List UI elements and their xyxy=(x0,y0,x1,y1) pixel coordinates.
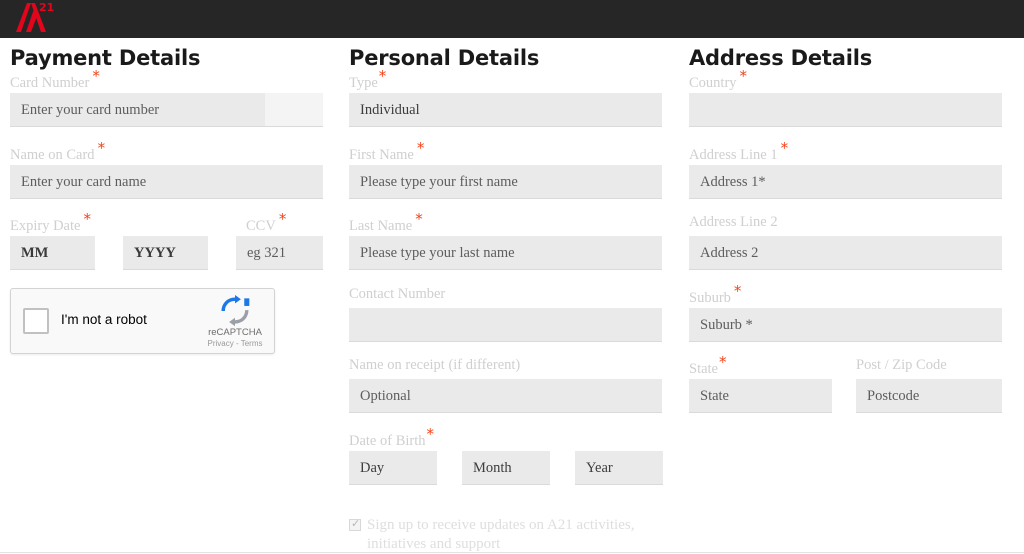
required-marker: * xyxy=(719,353,727,371)
required-marker: * xyxy=(733,282,742,300)
dob-year-select[interactable]: Year xyxy=(575,451,663,485)
recaptcha-label: I'm not a robot xyxy=(61,312,147,327)
name-on-card-placeholder: Enter your card name xyxy=(21,174,147,190)
required-marker: * xyxy=(416,139,425,157)
last-name-input[interactable]: Please type your last name xyxy=(349,236,662,270)
address-details-column: Address Details Country * Address Line 1 *… xyxy=(689,38,1002,553)
address-details-title: Address Details xyxy=(689,46,873,70)
address-line-1-placeholder: Address 1* xyxy=(700,174,766,190)
suburb-placeholder: Suburb * xyxy=(700,317,753,333)
last-name-placeholder: Please type your last name xyxy=(360,245,515,261)
required-marker: * xyxy=(426,425,435,443)
required-marker: * xyxy=(378,67,387,85)
dob-year-value: Year xyxy=(586,460,613,476)
expiry-date-label: Expiry Date * xyxy=(10,210,91,234)
ccv-placeholder: eg 321 xyxy=(247,245,287,261)
personal-details-column: Personal Details Type* Individual First … xyxy=(349,38,663,553)
expiry-year-select[interactable]: YYYY xyxy=(123,236,208,270)
suburb-input[interactable]: Suburb * xyxy=(689,308,1002,342)
recaptcha-icon xyxy=(221,295,250,327)
ccv-label: CCV * xyxy=(246,210,287,234)
address-line-1-label: Address Line 1 * xyxy=(689,139,789,163)
state-label: State* xyxy=(689,353,727,377)
a21-logo[interactable]: 21 xyxy=(10,1,58,37)
recaptcha-legal-text: Privacy - Terms xyxy=(207,339,263,348)
country-label: Country * xyxy=(689,67,748,91)
state-placeholder: State xyxy=(700,388,729,404)
type-select[interactable]: Individual xyxy=(349,93,662,127)
type-value: Individual xyxy=(360,102,420,118)
suburb-label: Suburb * xyxy=(689,282,742,306)
required-marker: * xyxy=(780,139,789,157)
last-name-label: Last Name * xyxy=(349,210,423,234)
first-name-label: First Name * xyxy=(349,139,425,163)
required-marker: * xyxy=(83,210,91,228)
state-input[interactable]: State xyxy=(689,379,832,413)
type-label: Type* xyxy=(349,67,387,91)
site-header: 21 xyxy=(0,0,1024,38)
recaptcha-checkbox[interactable] xyxy=(23,308,49,334)
address-line-1-input[interactable]: Address 1* xyxy=(689,165,1002,199)
name-on-card-input[interactable]: Enter your card name xyxy=(10,165,323,199)
contact-number-label: Contact Number xyxy=(349,286,446,302)
postcode-input[interactable]: Postcode xyxy=(856,379,1002,413)
card-number-input[interactable]: Enter your card number xyxy=(10,93,323,127)
expiry-year-value: YYYY xyxy=(134,245,176,261)
dob-month-value: Month xyxy=(473,460,512,476)
form-page: Payment Details Card Number * Enter your … xyxy=(0,38,1024,553)
recaptcha-brand-text: reCAPTCHA xyxy=(208,327,262,338)
payment-details-column: Payment Details Card Number * Enter your … xyxy=(10,38,323,553)
name-on-receipt-placeholder: Optional xyxy=(360,388,411,404)
name-on-card-label: Name on Card * xyxy=(10,139,106,163)
checkmark-icon: ✓ xyxy=(351,517,361,530)
signup-label: Sign up to receive updates on A21 activi… xyxy=(367,517,635,552)
dob-month-select[interactable]: Month xyxy=(462,451,550,485)
signup-checkbox[interactable]: ✓ xyxy=(349,517,361,531)
address-line-2-input[interactable]: Address 2 xyxy=(689,236,1002,270)
personal-details-title: Personal Details xyxy=(349,46,540,70)
card-number-placeholder: Enter your card number xyxy=(21,102,160,118)
card-type-pane xyxy=(265,93,323,126)
card-number-label: Card Number * xyxy=(10,67,100,91)
dob-day-value: Day xyxy=(360,460,385,476)
required-marker: * xyxy=(415,210,423,228)
expiry-month-value: MM xyxy=(21,245,49,261)
address-line-2-label: Address Line 2 xyxy=(689,214,778,230)
recaptcha-widget[interactable]: I'm not a robot reCAPTCHA Privacy - Term… xyxy=(10,288,275,354)
ccv-input[interactable]: eg 321 xyxy=(236,236,323,270)
date-of-birth-label: Date of Birth* xyxy=(349,425,435,449)
name-on-receipt-input[interactable]: Optional xyxy=(349,379,662,413)
postcode-placeholder: Postcode xyxy=(867,388,920,404)
required-marker: * xyxy=(278,210,287,228)
contact-number-input[interactable] xyxy=(349,308,662,342)
required-marker: * xyxy=(97,139,106,157)
address-line-2-placeholder: Address 2 xyxy=(700,245,759,261)
postcode-label: Post / Zip Code xyxy=(856,357,947,373)
expiry-month-select[interactable]: MM xyxy=(10,236,95,270)
required-marker: * xyxy=(92,67,100,85)
recaptcha-branding: reCAPTCHA Privacy - Terms xyxy=(207,295,263,351)
first-name-placeholder: Please type your first name xyxy=(360,174,518,190)
a21-logo-superscript: 21 xyxy=(39,1,55,14)
name-on-receipt-label: Name on receipt (if different) xyxy=(349,357,521,373)
country-select[interactable] xyxy=(689,93,1002,127)
required-marker: * xyxy=(739,67,748,85)
payment-details-title: Payment Details xyxy=(10,46,201,70)
first-name-input[interactable]: Please type your first name xyxy=(349,165,662,199)
dob-day-select[interactable]: Day xyxy=(349,451,437,485)
